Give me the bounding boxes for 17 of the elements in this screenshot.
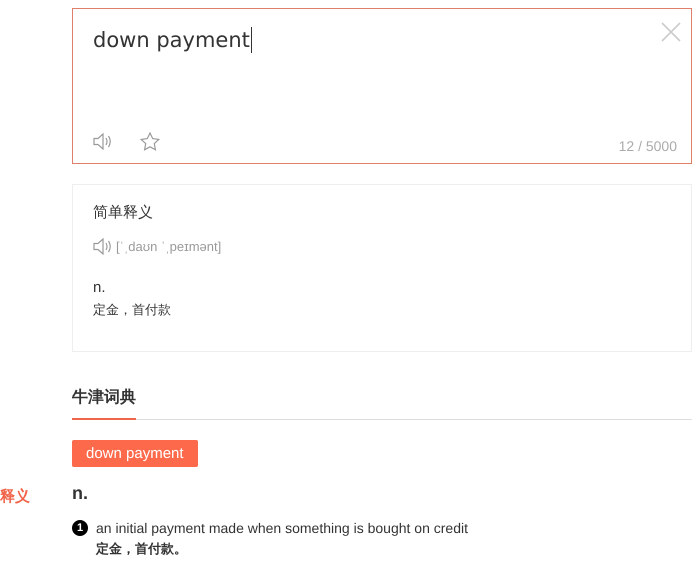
tab[interactable]: 牛津词典 [72, 386, 136, 420]
character-counter: 12 / 5000 [618, 137, 677, 156]
definition-text: an initial payment made when something is bought on credit [96, 519, 468, 538]
meaning-text: 定金，首付款 [93, 300, 172, 318]
part-of-speech: n. [72, 482, 89, 505]
card-title: 简单释义 [93, 203, 154, 223]
translation-text: 定金，首付款。 [96, 540, 188, 558]
speaker-icon[interactable] [93, 133, 112, 150]
phonetic-text: [ˈˌdaʊn ˈˌpeɪmənt] [116, 238, 222, 256]
star-icon[interactable] [140, 132, 160, 151]
close-icon[interactable] [661, 22, 681, 42]
input-field[interactable]: down payment 12 / 5000 [72, 8, 692, 164]
speaker-icon[interactable] [93, 238, 112, 256]
sense-number: 1 [72, 520, 88, 536]
headword-tag: down payment [72, 440, 198, 467]
input-text: down payment [93, 27, 252, 53]
part-of-speech: n. [93, 278, 107, 296]
